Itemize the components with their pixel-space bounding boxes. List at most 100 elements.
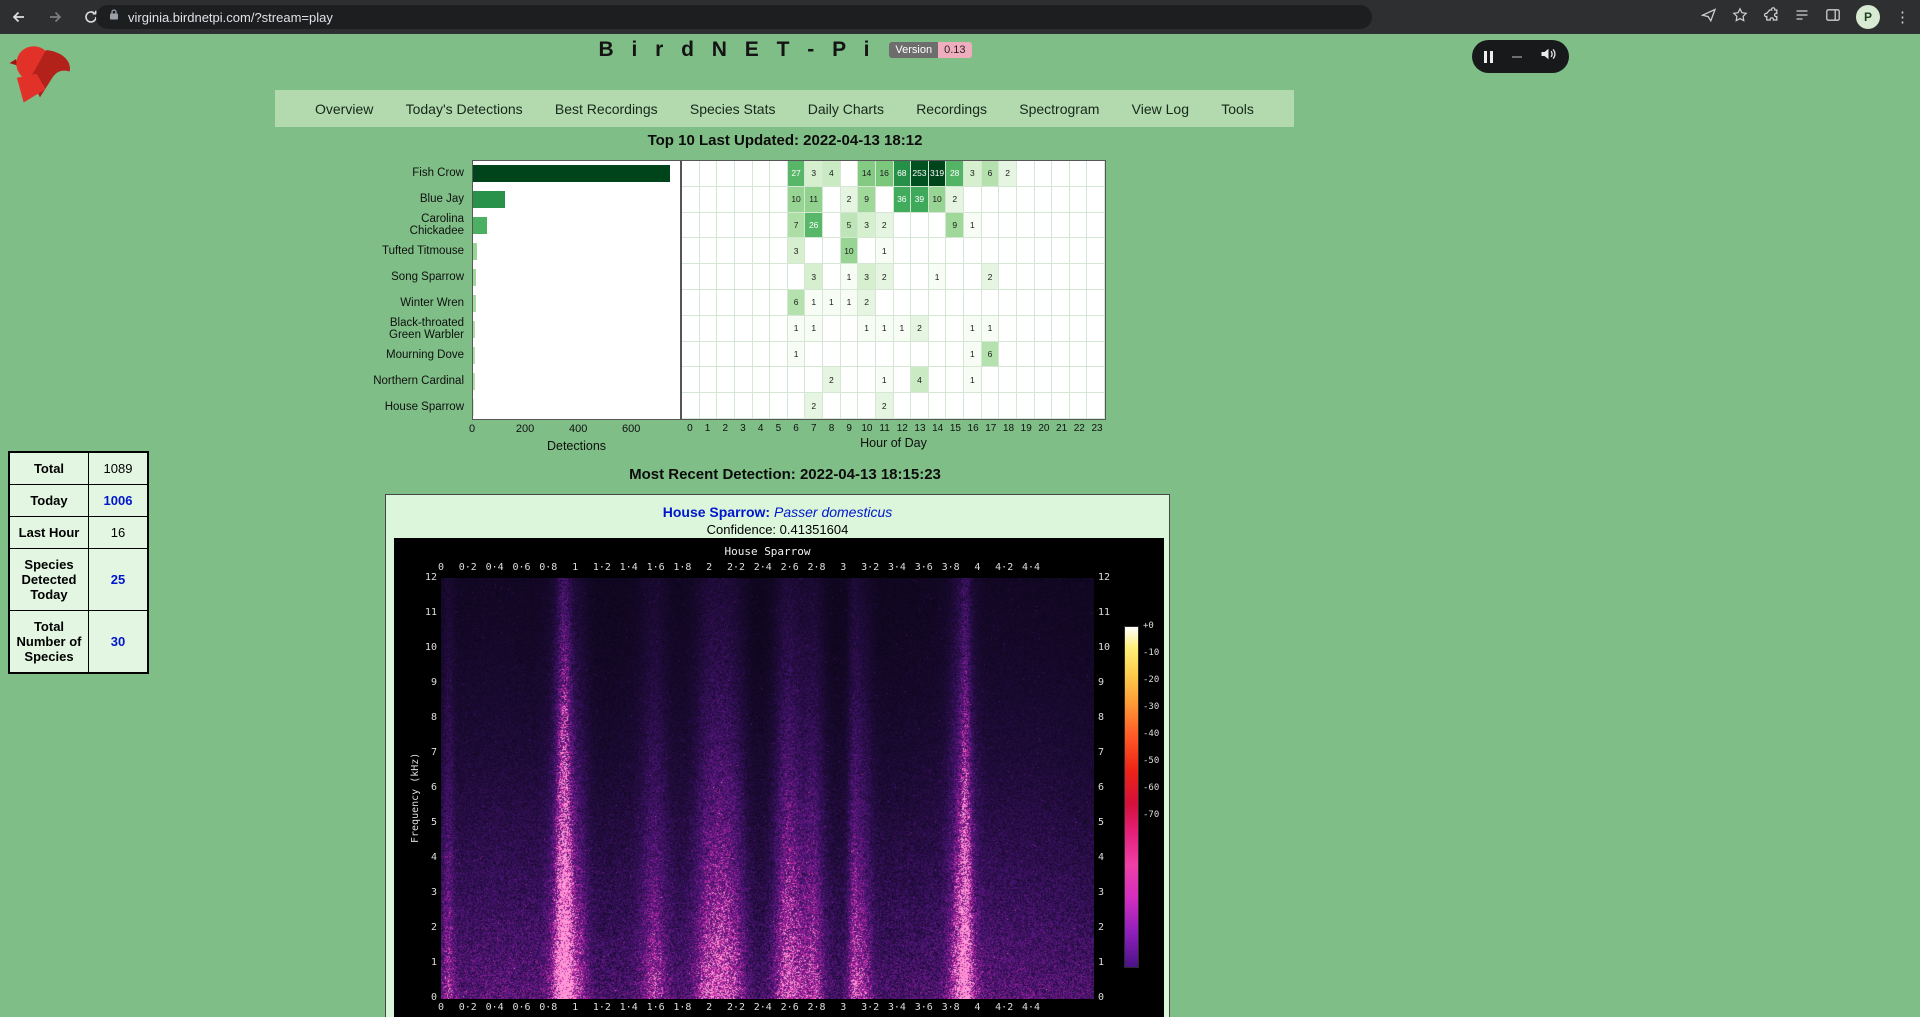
- heatmap-cell: 10: [929, 187, 947, 213]
- profile-avatar[interactable]: P: [1856, 5, 1880, 29]
- axis-tick: 7: [805, 423, 823, 434]
- nav-overview[interactable]: Overview: [315, 101, 373, 117]
- nav-daily-charts[interactable]: Daily Charts: [808, 101, 884, 117]
- heatmap-cell: [753, 264, 771, 290]
- bar-chart-xlabel: Detections: [472, 439, 681, 453]
- axis-tick: 17: [982, 423, 1000, 434]
- volume-icon[interactable]: [1540, 47, 1557, 66]
- back-button[interactable]: [6, 4, 32, 30]
- detection-species-line: House Sparrow: Passer domesticus: [386, 504, 1169, 520]
- send-icon[interactable]: [1701, 7, 1717, 28]
- heatmap-cell: [946, 290, 964, 316]
- heatmap-cell: [1035, 161, 1053, 187]
- nav-recordings[interactable]: Recordings: [916, 101, 987, 117]
- heatmap-cell: 3: [858, 264, 876, 290]
- forward-button[interactable]: [42, 4, 68, 30]
- heatmap-cell: 16: [876, 161, 894, 187]
- reading-list-icon[interactable]: [1794, 7, 1810, 28]
- species-latin-link[interactable]: Passer domesticus: [774, 504, 892, 520]
- heatmap-cell: 2: [876, 213, 894, 239]
- heatmap-cell: [823, 264, 841, 290]
- axis-tick: 9: [840, 423, 858, 434]
- heatmap-cell: 1: [788, 316, 806, 342]
- heatmap-cell: [735, 367, 753, 393]
- site-logo[interactable]: [8, 40, 82, 117]
- heatmap-cell: [964, 290, 982, 316]
- bookmark-star-icon[interactable]: [1732, 7, 1748, 28]
- heatmap-cell: [717, 367, 735, 393]
- species-label: Black-throated Green Warbler: [368, 316, 464, 342]
- spectro-time-tick: 4·4: [1022, 1002, 1040, 1013]
- nav-best-recordings[interactable]: Best Recordings: [555, 101, 658, 117]
- url-bar[interactable]: virginia.birdnetpi.com/?stream=play: [96, 5, 1372, 29]
- spectro-freq-tick: 10: [394, 642, 437, 653]
- heatmap-cell: [1017, 342, 1035, 368]
- side-panel-icon[interactable]: [1825, 7, 1841, 28]
- nav-species-stats[interactable]: Species Stats: [690, 101, 776, 117]
- heatmap-cell: [911, 264, 929, 290]
- spectro-freq-tick: 1: [1098, 957, 1130, 968]
- heatmap-cell: [999, 264, 1017, 290]
- stat-last-hour-label: Last Hour: [9, 517, 89, 549]
- heatmap-cell: [929, 316, 947, 342]
- spectro-time-tick: 2·2: [727, 1002, 745, 1013]
- heatmap-cell: [858, 342, 876, 368]
- heatmap-cell: [1017, 213, 1035, 239]
- heatmap-cell: [911, 393, 929, 419]
- heatmap-cell: [1035, 290, 1053, 316]
- stat-species-today-link[interactable]: 25: [111, 572, 125, 587]
- recent-detection-heading: Most Recent Detection: 2022-04-13 18:15:…: [275, 466, 1295, 483]
- heatmap-cell: [1035, 393, 1053, 419]
- heatmap-cell: [964, 238, 982, 264]
- stat-today-link[interactable]: 1006: [104, 493, 133, 508]
- axis-tick: 11: [876, 423, 894, 434]
- nav-view-log[interactable]: View Log: [1132, 101, 1189, 117]
- spectro-time-tick: 3·2: [861, 1002, 879, 1013]
- heatmap-cell: [753, 213, 771, 239]
- heatmap-cell: [682, 187, 700, 213]
- extensions-icon[interactable]: [1763, 7, 1779, 28]
- heatmap-cell: [1070, 238, 1088, 264]
- heatmap-cell: 28: [946, 161, 964, 187]
- browser-menu-icon[interactable]: ⋮: [1895, 8, 1910, 26]
- heatmap-cell: [964, 393, 982, 419]
- heatmap-cell: [1087, 264, 1105, 290]
- axis-tick: 2: [716, 423, 734, 434]
- heatmap-cell: [1035, 264, 1053, 290]
- axis-tick: 600: [622, 423, 640, 435]
- heatmap-cell: [876, 187, 894, 213]
- axis-tick: 12: [893, 423, 911, 434]
- spectro-freq-tick: 11: [394, 607, 437, 618]
- heatmap-cell: [805, 238, 823, 264]
- spectro-time-tick: 0·8: [539, 562, 557, 573]
- heatmap-cell: [946, 316, 964, 342]
- species-label: Tufted Titmouse: [368, 238, 464, 264]
- species-common-link[interactable]: House Sparrow:: [663, 504, 770, 520]
- heatmap-cell: [735, 393, 753, 419]
- heatmap-cell: [717, 316, 735, 342]
- spectro-freq-tick: 10: [1098, 642, 1130, 653]
- stat-total-species-link[interactable]: 30: [111, 634, 125, 649]
- heatmap-cell: [700, 238, 718, 264]
- heatmap-cell: [1017, 238, 1035, 264]
- heatmap-cell: 5: [841, 213, 859, 239]
- heatmap-cell: [1017, 290, 1035, 316]
- heatmap-cell: [999, 367, 1017, 393]
- spectro-time-tick: 2·4: [754, 562, 772, 573]
- heatmap-plot: 2734141668253319283621011293639102726532…: [681, 160, 1106, 420]
- nav-todays-detections[interactable]: Today's Detections: [406, 101, 523, 117]
- heatmap-cell: [770, 161, 788, 187]
- audio-player[interactable]: [1472, 40, 1569, 73]
- spectro-time-tick: 0·4: [486, 562, 504, 573]
- nav-spectrogram[interactable]: Spectrogram: [1019, 101, 1099, 117]
- spectro-time-tick: 4: [974, 1002, 980, 1013]
- seek-bar[interactable]: [1512, 56, 1522, 58]
- spectro-freq-tick: 0: [1098, 992, 1130, 1003]
- heatmap-cell: [1052, 367, 1070, 393]
- heatmap-cell: [1070, 316, 1088, 342]
- nav-tools[interactable]: Tools: [1221, 101, 1254, 117]
- spectro-time-tick: 1: [572, 1002, 578, 1013]
- pause-button[interactable]: [1484, 51, 1493, 63]
- heatmap-cell: 26: [805, 213, 823, 239]
- axis-tick: 19: [1017, 423, 1035, 434]
